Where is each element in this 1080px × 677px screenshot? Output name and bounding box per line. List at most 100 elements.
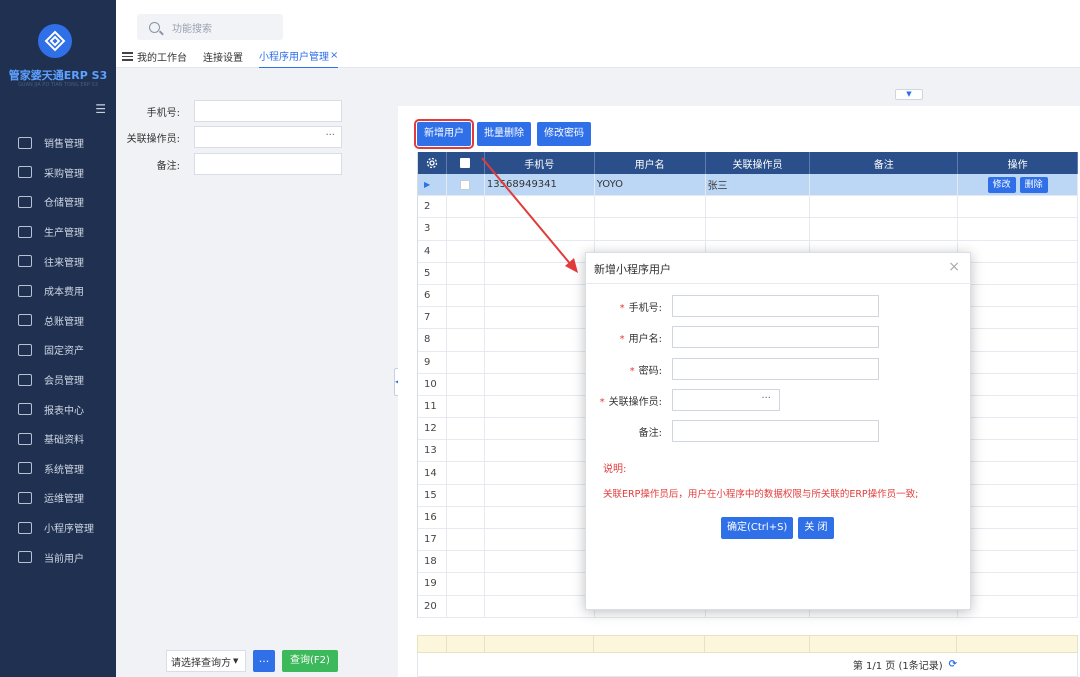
empty-cell	[485, 329, 595, 351]
close-tab-icon[interactable]: ×	[330, 50, 338, 61]
empty-cell	[958, 262, 1078, 284]
edit-button[interactable]: 修改	[987, 176, 1016, 193]
empty-cell	[485, 462, 595, 484]
sidebar-item-label: 当前用户	[44, 553, 84, 565]
query-method-select[interactable]: 请选择查询方 ▼	[166, 650, 246, 672]
toolbar: 新增用户 批量删除 修改密码	[414, 119, 597, 149]
empty-cell	[447, 262, 485, 284]
empty-cell	[485, 196, 595, 218]
close-icon[interactable]: ×	[948, 259, 960, 275]
delete-button[interactable]: 删除	[1019, 176, 1048, 193]
empty-cell	[485, 440, 595, 462]
more-icon[interactable]: ···	[761, 393, 771, 404]
row-number: 20	[418, 595, 447, 617]
empty-cell	[958, 240, 1078, 262]
more-icon[interactable]: ···	[325, 130, 335, 141]
header-phone[interactable]: 手机号	[485, 152, 595, 174]
row-number: 11	[418, 395, 447, 418]
empty-cell	[447, 506, 485, 528]
sidebar-item-label: 采购管理	[44, 168, 84, 180]
sidebar-item-ops[interactable]: 运维管理	[0, 483, 116, 513]
calculator-icon	[18, 284, 32, 297]
empty-cell	[958, 196, 1078, 218]
select-all-checkbox[interactable]	[447, 152, 485, 174]
close-button[interactable]: 关 闭	[798, 517, 834, 539]
header-remark[interactable]: 备注	[810, 152, 959, 174]
sidebar-item-production[interactable]: 生产管理	[0, 217, 116, 247]
row-number: 14	[418, 462, 447, 484]
dialog-username-input[interactable]	[672, 326, 879, 348]
table-row[interactable]: 3	[418, 218, 1078, 241]
cell-actions: 修改 删除	[958, 174, 1078, 196]
header-operator[interactable]: 关联操作员	[706, 152, 811, 174]
sidebar-item-warehouse[interactable]: 仓储管理	[0, 187, 116, 217]
grid-settings-icon[interactable]	[418, 152, 447, 174]
header-username[interactable]: 用户名	[595, 152, 706, 174]
sidebar-item-label: 总账管理	[44, 316, 84, 328]
tab-miniprogram-users[interactable]: 小程序用户管理 ×	[259, 48, 339, 69]
dialog-password-label: * 密码:	[586, 362, 672, 377]
confirm-button[interactable]: 确定(Ctrl+S)	[721, 517, 794, 539]
query-options-button[interactable]: ...	[253, 650, 275, 672]
batch-delete-button[interactable]: 批量删除	[477, 122, 531, 146]
empty-cell	[485, 506, 595, 528]
change-password-button[interactable]: 修改密码	[537, 122, 591, 146]
sidebar-item-current-user[interactable]: 当前用户	[0, 542, 116, 572]
exchange-icon	[18, 255, 32, 268]
sidebar-item-assets[interactable]: 固定资产	[0, 335, 116, 365]
sidebar-item-miniprogram[interactable]: 小程序管理	[0, 513, 116, 543]
table-row[interactable]: ▶ 13568949341 YOYO 张三 修改 删除	[418, 174, 1078, 197]
filter-remark-input[interactable]	[194, 153, 342, 175]
sidebar-item-reports[interactable]: 报表中心	[0, 394, 116, 424]
expand-toggle-icon[interactable]: ▼	[895, 89, 923, 100]
empty-cell	[958, 218, 1078, 240]
refresh-icon[interactable]: ⟳	[949, 659, 957, 670]
row-number: 4	[418, 240, 447, 262]
header-actions: 操作	[958, 152, 1078, 174]
required-mark: *	[629, 365, 635, 377]
tab-connection-settings[interactable]: 连接设置	[203, 49, 243, 68]
warehouse-icon	[18, 195, 32, 208]
sidebar-item-accounts[interactable]: 往来管理	[0, 246, 116, 276]
empty-cell	[447, 484, 485, 506]
filter-operator-row: 关联操作员: ···	[116, 126, 386, 148]
query-button[interactable]: 查询(F2)	[282, 650, 338, 672]
tab-workbench[interactable]: 我的工作台	[122, 49, 187, 68]
empty-cell	[447, 440, 485, 462]
dialog-operator-input[interactable]: ···	[672, 389, 780, 411]
sidebar-item-sales[interactable]: 销售管理	[0, 128, 116, 158]
add-user-button[interactable]: 新增用户	[414, 119, 474, 149]
dialog-username-label: * 用户名:	[586, 330, 672, 345]
table-row[interactable]: 2	[418, 196, 1078, 219]
sidebar-item-cost[interactable]: 成本费用	[0, 276, 116, 306]
sidebar-item-label: 小程序管理	[44, 524, 94, 536]
filter-phone-input[interactable]	[194, 100, 342, 122]
filter-remark-row: 备注:	[116, 153, 386, 175]
sidebar-item-system[interactable]: 系统管理	[0, 454, 116, 484]
empty-cell	[447, 329, 485, 351]
dialog-phone-input[interactable]	[672, 295, 879, 317]
label-text: 手机号:	[628, 302, 662, 314]
empty-cell	[447, 351, 485, 373]
filter-operator-input[interactable]: ···	[194, 126, 342, 148]
empty-cell	[485, 218, 595, 240]
dialog-password-input[interactable]	[672, 358, 879, 380]
row-number: 18	[418, 551, 447, 573]
collapse-menu-icon[interactable]: ☰	[95, 102, 106, 116]
sidebar-item-ledger[interactable]: 总账管理	[0, 306, 116, 336]
dialog-remark-input[interactable]	[672, 420, 879, 442]
sidebar-item-members[interactable]: 会员管理	[0, 365, 116, 395]
filter-remark-label: 备注:	[156, 160, 180, 172]
empty-cell	[485, 418, 595, 440]
sidebar-item-label: 销售管理	[44, 139, 84, 151]
required-mark: *	[619, 333, 625, 345]
row-checkbox[interactable]	[447, 174, 485, 196]
sidebar-item-basic-data[interactable]: 基础资料	[0, 424, 116, 454]
empty-cell	[958, 595, 1078, 617]
search-input[interactable]: 功能搜索	[137, 14, 283, 40]
query-bar: 请选择查询方 ▼ ... 查询(F2)	[166, 650, 338, 672]
sidebar-item-purchase[interactable]: 采购管理	[0, 158, 116, 188]
empty-cell	[958, 529, 1078, 551]
row-number: 19	[418, 573, 447, 595]
empty-cell	[447, 418, 485, 440]
